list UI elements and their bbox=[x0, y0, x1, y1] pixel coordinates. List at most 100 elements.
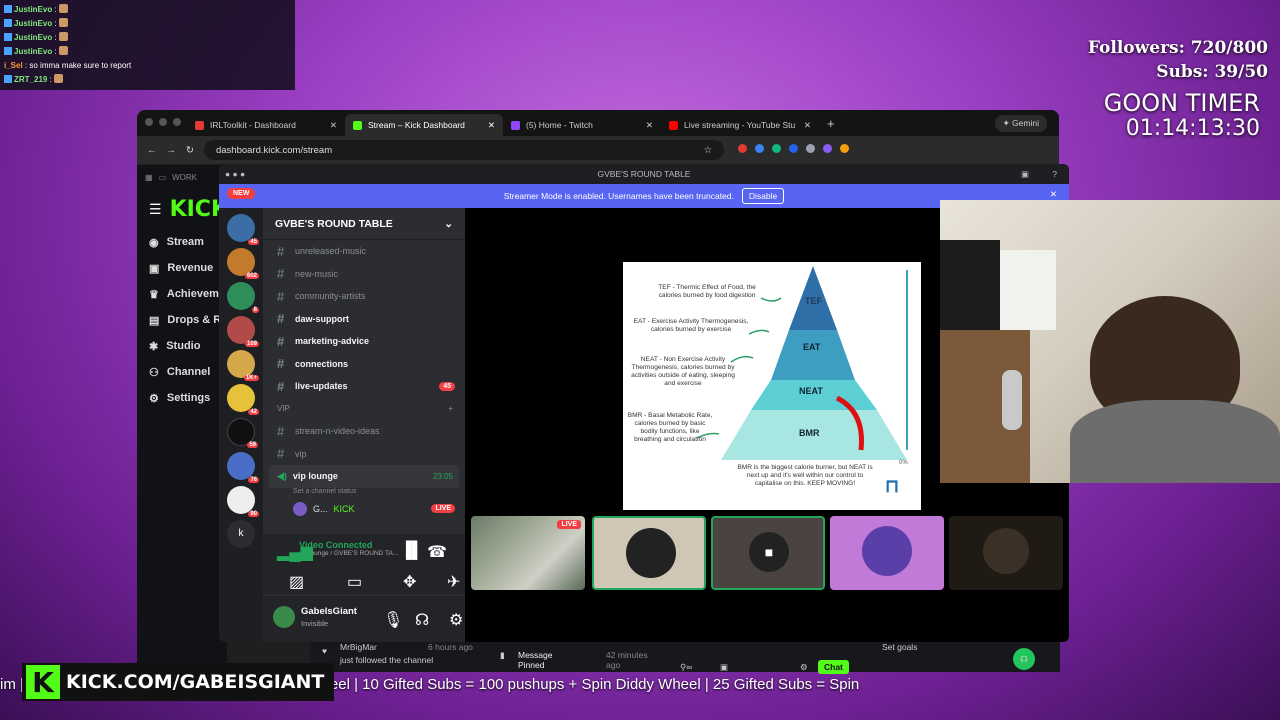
server-icon[interactable]: 76 bbox=[227, 452, 259, 483]
voice-channel-item[interactable]: ◀) vip lounge 23:05 bbox=[269, 465, 459, 488]
lock-icon[interactable]: ▣ bbox=[720, 662, 728, 673]
rocket-icon[interactable]: ✈ bbox=[447, 572, 460, 592]
forward-icon[interactable]: → bbox=[167, 145, 177, 156]
server-icon[interactable]: 602 bbox=[227, 248, 259, 279]
slow-mode-icon[interactable]: ⚲∞ bbox=[680, 662, 692, 673]
participant-tile[interactable] bbox=[830, 516, 944, 590]
extension-icon[interactable] bbox=[822, 144, 832, 153]
level-neat: NEAT bbox=[799, 386, 823, 396]
soundboard-icon[interactable]: ▐▌ bbox=[400, 542, 423, 560]
participant-tile[interactable] bbox=[592, 516, 706, 590]
close-tab-icon[interactable]: ✕ bbox=[646, 120, 653, 131]
tab-kick-dashboard[interactable]: Stream – Kick Dashboard ✕ bbox=[345, 114, 503, 136]
gear-icon[interactable]: ⚙ bbox=[800, 662, 808, 673]
server-icon[interactable]: 109 bbox=[227, 316, 259, 347]
server-icon[interactable]: 45 bbox=[227, 214, 259, 245]
nav-channel[interactable]: ⚇ Channel bbox=[137, 359, 227, 385]
hash-icon: # bbox=[277, 378, 285, 394]
gemini-button[interactable]: ✦ Gemini bbox=[994, 114, 1047, 132]
help-icon[interactable]: ? bbox=[1052, 164, 1057, 184]
voice-timer: 23:05 bbox=[432, 471, 453, 481]
reload-icon[interactable]: ↻ bbox=[186, 145, 194, 156]
channel-item[interactable]: # unreleased-music bbox=[263, 240, 465, 263]
chat-send-button[interactable]: Chat bbox=[818, 660, 849, 674]
add-channel-icon[interactable]: + bbox=[448, 404, 453, 413]
extension-icon[interactable] bbox=[805, 144, 815, 153]
server-icon[interactable]: 1K+ bbox=[227, 350, 259, 381]
url-input[interactable]: dashboard.kick.com/stream ☆ bbox=[203, 140, 724, 160]
channel-item[interactable]: # stream-n-video-ideas bbox=[263, 420, 465, 443]
nav-studio[interactable]: ✱ Studio bbox=[137, 333, 227, 359]
participant-tile[interactable] bbox=[949, 516, 1063, 590]
server-icon[interactable]: 59 bbox=[227, 418, 258, 448]
channel-item[interactable]: # live-updates 45 bbox=[263, 375, 465, 398]
tab-youtube-studio[interactable]: Live streaming - YouTube Stu ✕ bbox=[661, 114, 819, 136]
channel-item[interactable]: # marketing-advice bbox=[263, 330, 465, 353]
back-icon[interactable]: ← bbox=[147, 145, 157, 156]
server-icon[interactable]: 8 bbox=[227, 282, 259, 313]
inbox-icon[interactable]: ▣ bbox=[1021, 164, 1029, 184]
chat-text: : bbox=[54, 19, 57, 28]
server-icon[interactable]: 90 bbox=[227, 486, 259, 517]
close-tab-icon[interactable]: ✕ bbox=[488, 120, 495, 131]
category-vip[interactable]: VIP + bbox=[263, 398, 465, 421]
new-tab-button[interactable]: + bbox=[827, 116, 835, 131]
headset-icon[interactable]: ☊ bbox=[1013, 648, 1035, 670]
nav-settings[interactable]: ⚙ Settings bbox=[137, 385, 227, 411]
set-goals-label[interactable]: Set goals bbox=[882, 642, 917, 652]
channel-item[interactable]: # vip bbox=[263, 443, 465, 466]
youtube-icon bbox=[669, 120, 678, 130]
extension-icon[interactable] bbox=[771, 144, 781, 153]
server-icon[interactable]: 42 bbox=[227, 384, 259, 415]
bookmark-star-icon[interactable]: ☆ bbox=[703, 145, 712, 156]
url-text: dashboard.kick.com/stream bbox=[215, 144, 333, 156]
close-banner-icon[interactable]: ✕ bbox=[1050, 189, 1057, 200]
avatar bbox=[983, 528, 1029, 574]
apps-icon[interactable]: ▦ bbox=[145, 173, 153, 182]
close-tab-icon[interactable]: ✕ bbox=[804, 120, 811, 131]
discord-titlebar: ● ● ● GVBE'S ROUND TABLE ▣ ? bbox=[219, 164, 1069, 184]
extension-icon[interactable] bbox=[839, 144, 849, 153]
participant-tile[interactable]: ■ bbox=[711, 516, 825, 590]
kick-logo-icon: K bbox=[26, 665, 60, 699]
server-icon[interactable]: k bbox=[227, 520, 255, 548]
disable-button[interactable]: Disable bbox=[741, 188, 785, 204]
nav-drops[interactable]: ▤ Drops & R bbox=[137, 307, 227, 333]
screen-share-icon[interactable]: ▭ bbox=[347, 572, 362, 592]
extension-icon[interactable] bbox=[788, 144, 798, 153]
extension-icon[interactable] bbox=[737, 144, 747, 153]
server-header[interactable]: GVBE'S ROUND TABLE ⌄ bbox=[263, 208, 465, 240]
channel-item[interactable]: # connections bbox=[263, 353, 465, 376]
voice-status[interactable]: Set a channel status bbox=[263, 488, 465, 498]
headphones-icon[interactable]: ☊ bbox=[415, 610, 429, 630]
nav-revenue[interactable]: ▣ Revenue bbox=[137, 255, 227, 281]
server-name: GVBE'S ROUND TABLE bbox=[275, 217, 393, 230]
bookmark-folder[interactable]: WORK bbox=[172, 173, 197, 182]
maximize-window-button[interactable] bbox=[173, 118, 181, 126]
microphone-icon[interactable]: 🎙︎ bbox=[383, 610, 403, 630]
channel-item[interactable]: # new-music bbox=[263, 263, 465, 286]
activities-icon[interactable]: ✥ bbox=[403, 572, 416, 592]
channel-item[interactable]: # daw-support bbox=[263, 308, 465, 331]
tab-irltoolkit[interactable]: IRLToolkit - Dashboard ✕ bbox=[187, 114, 345, 136]
participant-tile[interactable]: LIVE bbox=[471, 516, 585, 590]
voice-member[interactable]: G... KICK LIVE bbox=[263, 498, 465, 521]
menu-icon[interactable]: ☰ bbox=[149, 201, 162, 218]
chat-badge-icon bbox=[4, 5, 12, 13]
close-tab-icon[interactable]: ✕ bbox=[330, 120, 337, 131]
minimize-window-button[interactable] bbox=[159, 118, 167, 126]
channel-name: community-artists bbox=[295, 291, 366, 302]
avatar[interactable] bbox=[273, 606, 295, 628]
disconnect-icon[interactable]: ☎ bbox=[427, 542, 447, 562]
gear-icon[interactable]: ⚙ bbox=[449, 610, 463, 630]
camera-off-icon[interactable]: ▨ bbox=[289, 572, 304, 592]
chat-line: JustinEvo : bbox=[4, 17, 291, 31]
follower-text: just followed the channel bbox=[340, 655, 434, 665]
nav-stream[interactable]: ◉ Stream bbox=[137, 229, 227, 255]
category-name: VIP bbox=[277, 404, 290, 414]
nav-achievements[interactable]: ♛ Achievem bbox=[137, 281, 227, 307]
channel-item[interactable]: # community-artists bbox=[263, 285, 465, 308]
tab-twitch[interactable]: (5) Home - Twitch ✕ bbox=[503, 114, 661, 136]
close-window-button[interactable] bbox=[145, 118, 153, 126]
extension-icon[interactable] bbox=[754, 144, 764, 153]
